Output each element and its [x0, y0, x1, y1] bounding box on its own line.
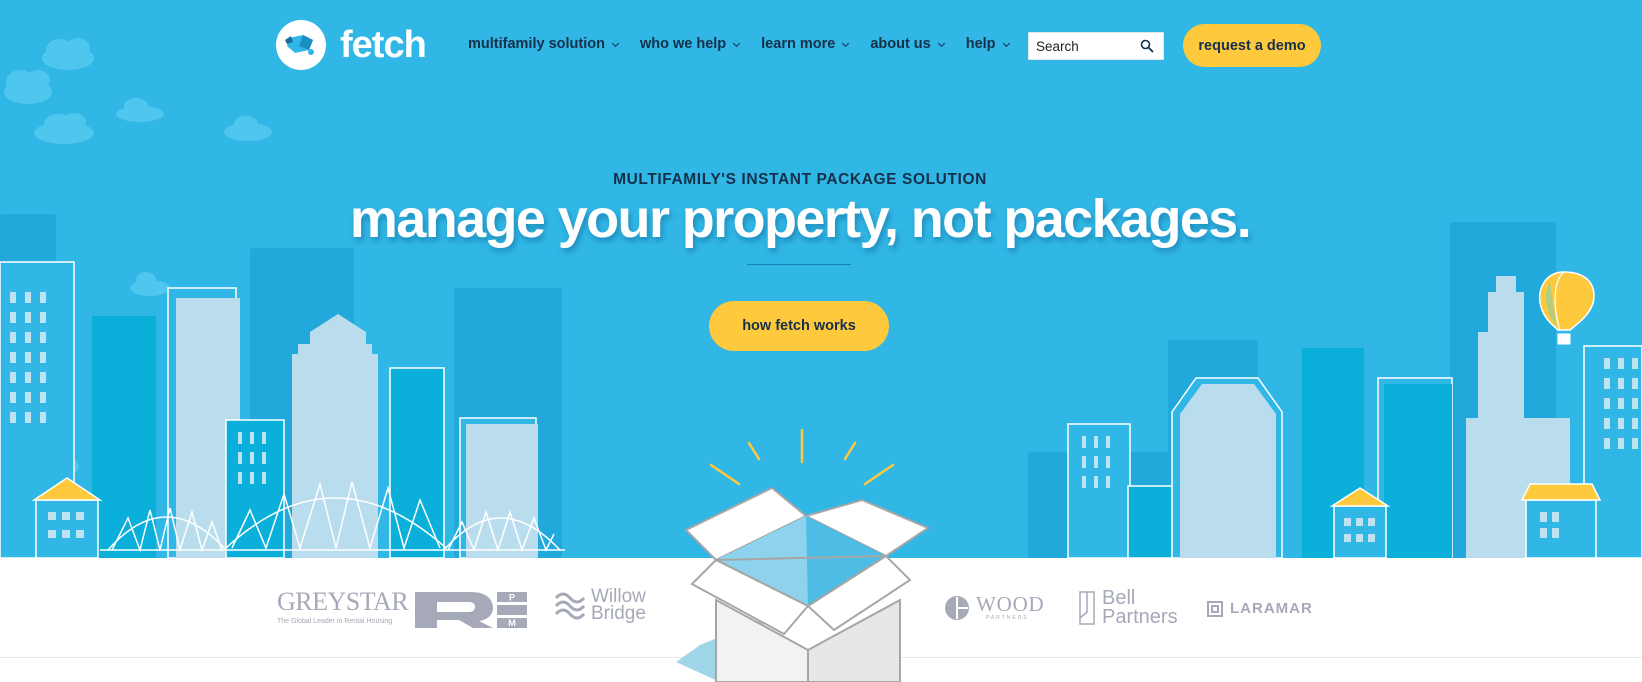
willow-bridge-logo: Willow Bridge [555, 587, 646, 624]
nav-item-who-we-help[interactable]: who we help [639, 36, 741, 52]
nav-item-label: who we help [639, 36, 727, 52]
hero-eyebrow: MULTIFAMILY'S INSTANT PACKAGE SOLUTION [613, 171, 987, 188]
chevron-down-icon [842, 39, 850, 47]
nav-item-learn-more[interactable]: learn more [761, 36, 850, 52]
bell-partners-logo: Bell Partners [1078, 588, 1178, 628]
nav-item-help[interactable]: help [965, 36, 1010, 52]
brand-name: fetch [340, 24, 427, 66]
greystar-tagline: The Global Leader in Rental Housing [277, 618, 393, 625]
nav-item-multifamily-solution[interactable]: multifamily solution [468, 36, 619, 52]
laramar-logo: LARAMAR [1207, 600, 1313, 617]
dog-package-icon [276, 20, 326, 70]
rpm-logo: P M [413, 590, 529, 630]
willow-bridge-icon [555, 592, 585, 620]
bell-partners-line2: Partners [1102, 606, 1178, 628]
fetch-logo[interactable]: fetch [276, 20, 427, 70]
chevron-down-icon [1002, 39, 1010, 47]
search-icon[interactable] [1133, 33, 1161, 59]
wood-partners-icon [945, 595, 969, 620]
willow-bridge-line2: Bridge [591, 603, 646, 624]
wood-partners-logo: WOOD PARTNERS [944, 594, 1045, 621]
bell-partners-icon [1079, 591, 1095, 625]
nav-item-label: help [965, 36, 996, 52]
wood-partners-name: WOOD [976, 592, 1045, 616]
headline-divider [747, 264, 851, 265]
chevron-down-icon [937, 39, 945, 47]
how-fetch-works-button[interactable]: how fetch works [709, 301, 889, 351]
main-nav: multifamily solution who we help learn m… [468, 36, 1031, 52]
laramar-icon [1207, 600, 1223, 617]
greystar-name: GREYSTAR [277, 587, 409, 616]
nav-item-about-us[interactable]: about us [870, 36, 945, 52]
hero-headline: manage your property, not packages. [349, 189, 1252, 249]
search-box [1028, 32, 1164, 60]
nav-item-label: multifamily solution [468, 36, 605, 52]
nav-item-label: learn more [761, 36, 836, 52]
greystar-logo: GREYSTAR The Global Leader in Rental Hou… [277, 587, 409, 626]
nav-item-label: about us [870, 36, 931, 52]
rpm-logo-mark: P M [415, 592, 527, 628]
laramar-name: LARAMAR [1230, 600, 1313, 617]
search-input[interactable] [1029, 33, 1133, 59]
chevron-down-icon [611, 39, 619, 47]
request-demo-button[interactable]: request a demo [1183, 24, 1321, 67]
svg-text:P: P [509, 593, 515, 603]
open-package-illustration [676, 428, 931, 682]
chevron-down-icon [733, 39, 741, 47]
svg-text:M: M [508, 618, 516, 628]
